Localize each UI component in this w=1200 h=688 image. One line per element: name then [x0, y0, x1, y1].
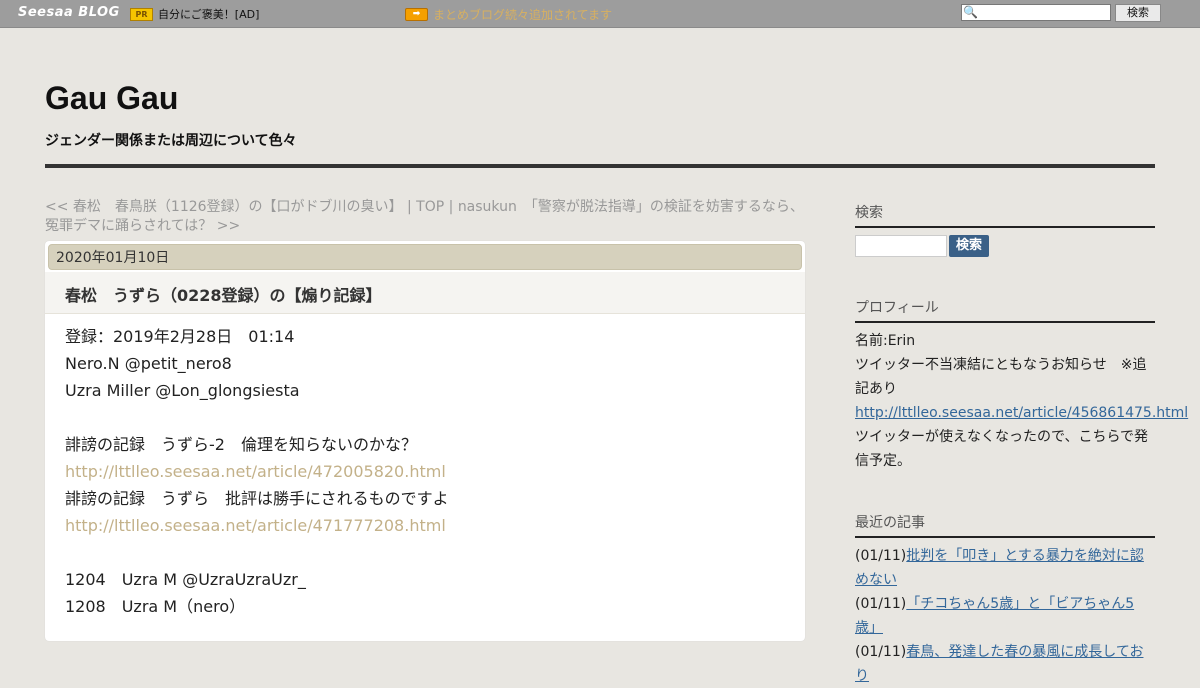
- list-item: (01/11)「チコちゃん5歳」と「ビアちゃん5歳」: [855, 592, 1155, 640]
- top-search-button[interactable]: 検索: [1115, 4, 1161, 22]
- article: 2020年01月10日 春松 うずら（0228登録）の【煽り記録】 登録：201…: [45, 241, 805, 641]
- recent-date: (01/11): [855, 596, 907, 612]
- body-line: [65, 404, 785, 431]
- pr-badge: PR: [130, 8, 153, 21]
- sidebar-search-heading: 検索: [855, 202, 1155, 228]
- body-line: 1204 Uzra M @UzraUzraUzr_: [65, 570, 306, 589]
- list-item: (01/11)批判を「叩き」とする暴力を絶対に認めない: [855, 544, 1155, 592]
- body-line: Uzra Miller @Lon_glongsiesta: [65, 381, 300, 400]
- body-line: [65, 539, 785, 566]
- nav-separator: |: [402, 199, 417, 215]
- promo-link[interactable]: まとめブログ続々追加されてます: [433, 6, 612, 23]
- body-line: Nero.N @petit_nero8: [65, 354, 232, 373]
- search-icon: 🔍: [963, 5, 978, 19]
- profile-content: 名前:Erin ツイッター不当凍結にともなうお知らせ ※追記あり http://…: [855, 329, 1188, 473]
- sidebar-search-input[interactable]: [855, 235, 947, 257]
- body-line: 登録：2019年2月28日 01:14: [65, 327, 295, 346]
- profile-name: 名前:Erin: [855, 333, 916, 349]
- site-description: ジェンダー関係または周辺について色々: [45, 133, 297, 149]
- recent-date: (01/11): [855, 548, 907, 564]
- list-item: (01/11)春鳥、発達した春の暴風に成長しており: [855, 640, 1155, 688]
- body-line: 1208 Uzra M（nero）: [65, 597, 246, 616]
- profile-heading: プロフィール: [855, 297, 1155, 323]
- body-line: 誹謗の記録 うずら-2 倫理を知らないのかな？: [65, 435, 417, 454]
- seesaa-blog-logo[interactable]: Seesaa BLOG: [18, 5, 120, 20]
- arrow-right-icon: ➡: [405, 8, 428, 21]
- prev-article-link[interactable]: << 春松 春鳥朕（1126登録）の【口がドブ川の臭い】: [45, 199, 403, 215]
- article-navigation: << 春松 春鳥朕（1126登録）の【口がドブ川の臭い】 | TOP | nas…: [45, 198, 805, 236]
- header-divider: [45, 164, 1155, 168]
- recent-articles-heading: 最近の記事: [855, 512, 1155, 538]
- top-bar: Seesaa BLOG PR 自分にご褒美！[AD] ➡ まとめブログ続々追加さ…: [0, 0, 1200, 28]
- profile-note: ツイッターが使えなくなったので、こちらで発信予定。: [855, 429, 1149, 469]
- body-link[interactable]: http://lttlleo.seesaa.net/article/472005…: [65, 458, 785, 485]
- profile-notice: ツイッター不当凍結にともなうお知らせ ※追記あり: [855, 357, 1147, 397]
- profile-link[interactable]: http://lttlleo.seesaa.net/article/456861…: [855, 405, 1188, 421]
- article-body: 登録：2019年2月28日 01:14 Nero.N @petit_nero8 …: [65, 323, 785, 620]
- article-title-bar: 春松 うずら（0228登録）の【煽り記録】: [45, 272, 805, 314]
- body-link[interactable]: http://lttlleo.seesaa.net/article/471777…: [65, 512, 785, 539]
- sidebar-search-button[interactable]: 検索: [949, 235, 989, 257]
- recent-articles-list: (01/11)批判を「叩き」とする暴力を絶対に認めない (01/11)「チコちゃ…: [855, 544, 1155, 688]
- pr-ad-link[interactable]: 自分にご褒美！[AD]: [158, 6, 259, 22]
- body-line: 誹謗の記録 うずら 批評は勝手にされるものですよ: [65, 489, 449, 508]
- top-search-input[interactable]: 🔍: [961, 4, 1111, 21]
- site-title[interactable]: Gau Gau: [45, 80, 178, 117]
- nav-separator: |: [444, 199, 458, 215]
- article-date: 2020年01月10日: [48, 244, 802, 270]
- article-title[interactable]: 春松 うずら（0228登録）の【煽り記録】: [65, 282, 382, 306]
- recent-date: (01/11): [855, 644, 907, 660]
- top-link[interactable]: TOP: [416, 199, 444, 215]
